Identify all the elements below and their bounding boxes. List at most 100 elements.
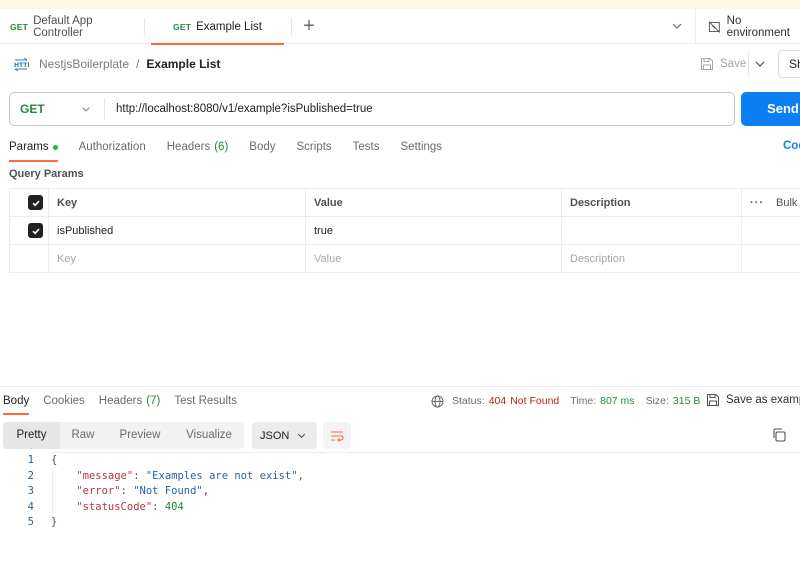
environment-label: No environment bbox=[726, 14, 790, 39]
breadcrumb-request[interactable]: Example List bbox=[146, 57, 220, 71]
save-as-example-label: Save as exampl bbox=[726, 394, 800, 406]
tab-label: Scripts bbox=[296, 141, 332, 153]
save-label: Save bbox=[720, 58, 747, 70]
response-tab-test-results[interactable]: Test Results bbox=[174, 391, 237, 411]
check-icon bbox=[31, 199, 40, 206]
cookies-link[interactable]: Coo bbox=[783, 140, 800, 152]
globe-icon[interactable] bbox=[431, 395, 444, 408]
breadcrumb: HTTP NestjsBoilerplate / Example List bbox=[13, 53, 220, 75]
new-value-input[interactable]: Value bbox=[306, 245, 562, 272]
tab-label: Test Results bbox=[174, 395, 237, 407]
save-as-example-button[interactable]: Save as exampl bbox=[706, 393, 800, 407]
table-row: isPublished true bbox=[9, 217, 800, 245]
json-punctuation bbox=[51, 485, 76, 497]
save-options-chevron-icon[interactable] bbox=[753, 57, 767, 71]
json-punctuation bbox=[51, 470, 76, 482]
line-number: 5 bbox=[27, 516, 34, 528]
bulk-edit-button[interactable]: ··· Bulk E bbox=[742, 189, 800, 216]
tab-example-list[interactable]: GET Example List bbox=[151, 9, 284, 45]
tab-label: Body bbox=[249, 141, 276, 153]
json-key: "message" bbox=[76, 469, 134, 482]
language-selector[interactable]: JSON bbox=[252, 422, 317, 449]
code-content: } bbox=[34, 515, 57, 531]
send-button[interactable]: Send bbox=[741, 92, 800, 126]
format-preview[interactable]: Preview bbox=[106, 422, 174, 449]
request-tabs: Params Authorization Headers (6) Body Scr… bbox=[9, 136, 463, 162]
select-all-cell bbox=[10, 189, 49, 216]
format-pretty[interactable]: Pretty bbox=[3, 422, 60, 449]
code-content: "error": "Not Found", bbox=[34, 484, 209, 500]
more-icon[interactable]: ··· bbox=[750, 197, 764, 209]
chevron-down-icon bbox=[297, 433, 306, 439]
response-tab-cookies[interactable]: Cookies bbox=[43, 391, 85, 411]
code-line: 1{ bbox=[0, 453, 800, 469]
json-number: 404 bbox=[164, 500, 184, 513]
row-checkbox-cell bbox=[10, 245, 49, 272]
response-body-editor[interactable]: 1{2 "message": "Examples are not exist",… bbox=[0, 453, 800, 531]
param-description[interactable] bbox=[562, 217, 742, 244]
tab-label: Headers bbox=[166, 141, 211, 153]
breadcrumb-separator: / bbox=[136, 57, 140, 71]
size-value[interactable]: 315 B bbox=[673, 395, 700, 407]
tab-method: GET bbox=[10, 21, 29, 32]
status-text[interactable]: Not Found bbox=[510, 395, 559, 407]
copy-icon[interactable] bbox=[771, 427, 787, 443]
method-label: GET bbox=[20, 102, 45, 116]
param-key[interactable]: isPublished bbox=[49, 217, 306, 244]
notification-banner bbox=[0, 0, 800, 9]
share-button[interactable]: Sh bbox=[778, 50, 800, 78]
table-row-new: Key Value Description bbox=[9, 245, 800, 273]
row-checkbox-cell bbox=[10, 217, 49, 244]
column-header-key: Key bbox=[49, 189, 306, 216]
select-all-checkbox[interactable] bbox=[28, 195, 43, 210]
language-label: JSON bbox=[260, 429, 290, 442]
tab-params[interactable]: Params bbox=[9, 136, 58, 162]
save-icon bbox=[707, 394, 719, 406]
tab-authorization[interactable]: Authorization bbox=[79, 136, 146, 158]
tab-default-app-controller[interactable]: GET Default App Controller bbox=[10, 9, 145, 44]
tab-scripts[interactable]: Scripts bbox=[297, 136, 332, 158]
check-icon bbox=[31, 227, 40, 234]
param-value[interactable]: true bbox=[306, 217, 562, 244]
json-key: "error" bbox=[76, 485, 121, 497]
tab-label: Settings bbox=[400, 141, 443, 153]
method-selector[interactable]: GET bbox=[10, 93, 104, 125]
new-tab-button[interactable]: + bbox=[299, 14, 319, 38]
time-label: Time: bbox=[570, 395, 597, 407]
json-string: "Not Found" bbox=[133, 485, 203, 497]
tab-headers[interactable]: Headers (6) bbox=[167, 136, 229, 158]
time-value[interactable]: 807 ms bbox=[600, 395, 634, 407]
json-punctuation: : bbox=[120, 485, 134, 497]
column-header-description: Description bbox=[562, 189, 742, 216]
wrap-lines-button[interactable] bbox=[323, 422, 351, 449]
format-raw[interactable]: Raw bbox=[60, 422, 106, 449]
url-input[interactable] bbox=[105, 93, 734, 125]
save-button[interactable]: Save bbox=[700, 53, 746, 75]
response-divider[interactable] bbox=[0, 386, 800, 387]
tab-label: Cookies bbox=[43, 395, 85, 407]
json-punctuation: , bbox=[297, 469, 304, 482]
headers-count: (6) bbox=[214, 141, 229, 153]
env-divider bbox=[695, 9, 696, 44]
line-number: 2 bbox=[27, 469, 34, 482]
environment-selector[interactable]: No environment bbox=[708, 9, 800, 44]
tab-body[interactable]: Body bbox=[249, 136, 275, 158]
json-key: "statusCode" bbox=[76, 500, 153, 513]
code-line: 3 "error": "Not Found", bbox=[0, 484, 800, 500]
tab-tests[interactable]: Tests bbox=[353, 136, 380, 158]
status-code[interactable]: 404 bbox=[489, 395, 507, 407]
response-tab-headers[interactable]: Headers (7) bbox=[99, 391, 161, 411]
http-icon: HTTP bbox=[14, 57, 29, 71]
bulk-edit-label: Bulk E bbox=[776, 196, 800, 209]
tab-settings[interactable]: Settings bbox=[401, 136, 443, 158]
tab-label: Example List bbox=[196, 20, 262, 33]
code-content: "message": "Examples are not exist", bbox=[34, 469, 304, 485]
row-checkbox[interactable] bbox=[28, 223, 43, 238]
new-key-input[interactable]: Key bbox=[49, 245, 306, 272]
chevron-down-icon[interactable] bbox=[670, 19, 684, 33]
breadcrumb-collection[interactable]: NestjsBoilerplate bbox=[39, 57, 129, 71]
format-visualize[interactable]: Visualize bbox=[174, 422, 244, 449]
response-tab-body[interactable]: Body bbox=[3, 391, 30, 415]
table-header-row: Key Value Description ··· Bulk E bbox=[9, 189, 800, 217]
new-description-input[interactable]: Description bbox=[562, 245, 742, 272]
